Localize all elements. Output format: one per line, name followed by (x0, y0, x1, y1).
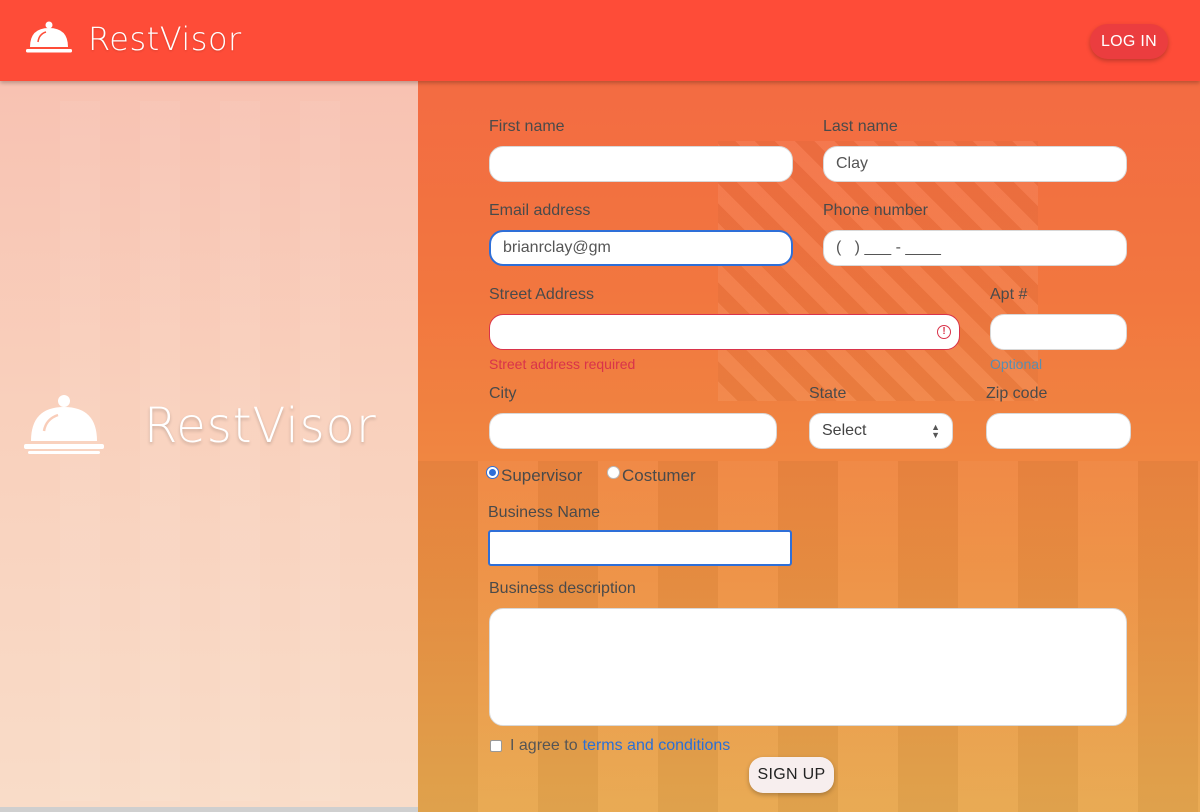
radio-costumer-label: Costumer (622, 466, 696, 485)
updown-arrows-icon: ▲ ▼ (931, 422, 940, 440)
last-name-label: Last name (823, 118, 898, 135)
email-label: Email address (489, 202, 591, 219)
zip-label: Zip code (986, 385, 1048, 402)
state-select[interactable]: Select ▲ ▼ (809, 413, 953, 449)
left-panel-brand: RestVisor (24, 393, 377, 459)
terms-checkbox[interactable] (490, 740, 502, 752)
radio-supervisor[interactable]: Supervisor (486, 465, 583, 486)
zip-input[interactable] (986, 413, 1131, 449)
radio-costumer[interactable]: Costumer (607, 465, 696, 486)
cloche-icon (24, 395, 104, 454)
radio-button[interactable] (607, 465, 620, 479)
signup-button[interactable]: SIGN UP (749, 757, 834, 793)
street-address-input[interactable] (489, 314, 960, 350)
header-brand-name: RestVisor (88, 20, 242, 58)
business-name-label: Business Name (488, 504, 601, 521)
state-label: State (809, 385, 847, 402)
apt-optional-hint: Optional (990, 356, 1043, 372)
apt-input[interactable] (990, 314, 1127, 350)
error-icon: ! (937, 325, 951, 339)
street-address-error: Street address required (489, 356, 636, 372)
radio-button-checked[interactable] (486, 465, 499, 479)
email-input[interactable] (489, 230, 793, 266)
business-description-label: Business description (489, 580, 636, 597)
first-name-label: First name (489, 118, 565, 135)
business-description-textarea[interactable] (489, 608, 1127, 726)
left-panel-brand-name: RestVisor (144, 398, 377, 454)
last-name-input[interactable] (823, 146, 1127, 182)
header-brand[interactable]: RestVisor (26, 20, 242, 58)
left-panel: RestVisor (0, 81, 418, 807)
radio-supervisor-label: Supervisor (501, 466, 583, 485)
bottom-divider (0, 807, 418, 812)
login-button[interactable]: LOG IN (1090, 24, 1168, 59)
business-name-input[interactable] (488, 530, 792, 566)
terms-prefix: I agree to (510, 737, 578, 754)
terms-link[interactable]: terms and conditions (583, 737, 731, 755)
top-app-bar: RestVisor LOG IN (0, 0, 1200, 81)
phone-input[interactable] (823, 230, 1127, 266)
state-select-value: Select (822, 422, 867, 439)
cloche-icon (26, 21, 72, 53)
apt-label: Apt # (990, 286, 1028, 303)
first-name-input[interactable] (489, 146, 793, 182)
terms-row: I agree to terms and conditions (490, 737, 730, 755)
city-label: City (489, 385, 517, 402)
street-address-label: Street Address (489, 286, 594, 303)
city-input[interactable] (489, 413, 777, 449)
phone-label: Phone number (823, 202, 928, 219)
